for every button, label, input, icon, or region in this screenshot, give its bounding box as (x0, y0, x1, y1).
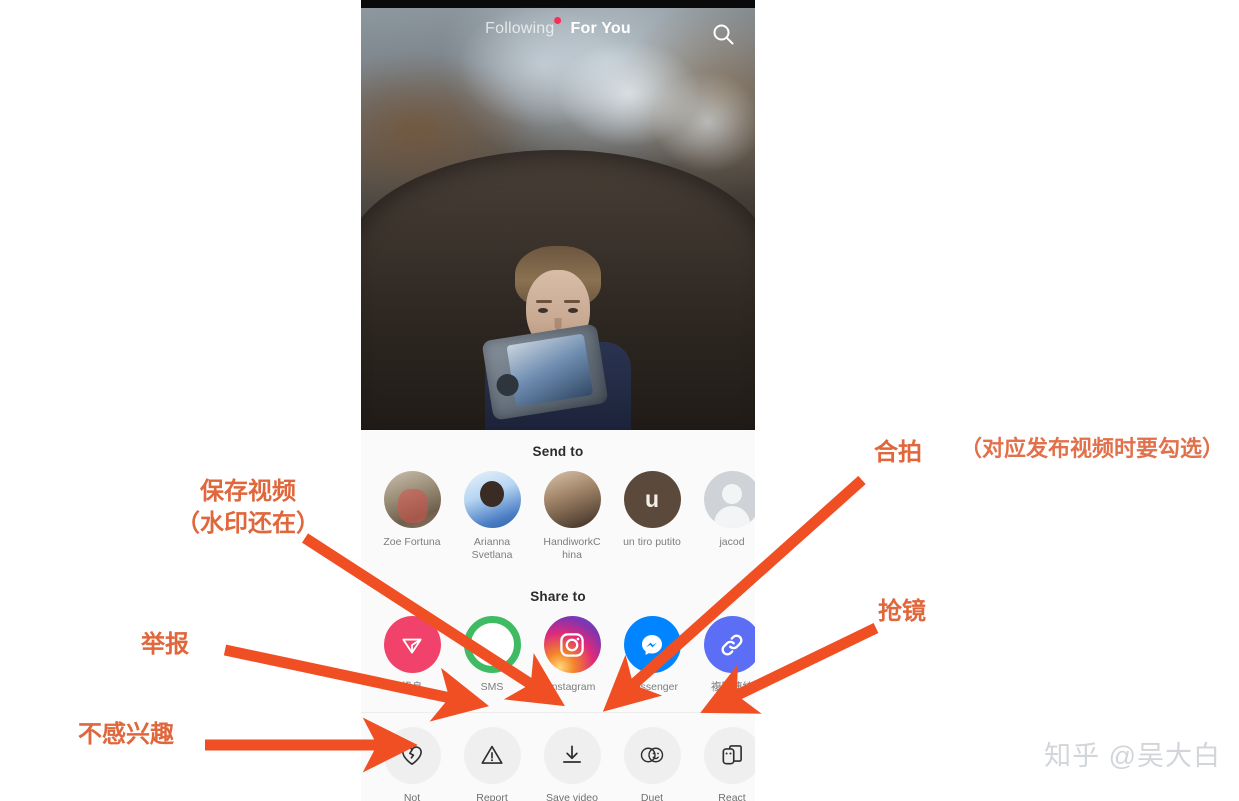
annotation-not-interested: 不感兴趣 (78, 721, 174, 748)
eye-right (568, 308, 578, 313)
share-app-label: Instagram (548, 681, 596, 693)
contact-name: jacod (719, 536, 745, 548)
annotation-duet-note: （对应发布视频时要勾选） (960, 436, 1225, 461)
share-to-row: 訊息 SMS Instagram Messenger 複製連結 (361, 604, 755, 694)
search-icon[interactable] (711, 22, 735, 46)
broken-heart-icon (383, 726, 441, 784)
contact-name: Arianna Svetlana (471, 536, 513, 561)
share-app-item[interactable]: Messenger (623, 616, 681, 694)
annotation-duet: 合拍 (874, 439, 922, 466)
avatar (543, 471, 601, 528)
video-player[interactable]: Following For You (361, 0, 755, 430)
contact-item[interactable]: Zoe Fortuna (383, 471, 441, 561)
action-label: Duet (640, 791, 664, 801)
contact-item[interactable]: jacod (703, 471, 755, 561)
person-placeholder-body (714, 506, 750, 528)
tab-following[interactable]: Following (485, 17, 562, 38)
sms-ring-icon (463, 616, 521, 673)
action-label: Save video (546, 791, 598, 801)
react-frame-icon (703, 726, 755, 784)
contact-item[interactable]: u un tiro putito (623, 471, 681, 561)
instagram-icon (543, 616, 601, 673)
action-label: React (718, 791, 746, 801)
action-duet[interactable]: Duet (623, 726, 681, 801)
avatar (463, 471, 521, 528)
action-row: Not interested Report (361, 713, 755, 801)
avatar (383, 471, 441, 528)
share-app-item[interactable]: Instagram (543, 616, 601, 694)
action-report[interactable]: Report (463, 726, 521, 801)
warning-triangle-icon (463, 726, 521, 784)
share-app-item[interactable]: 訊息 (383, 616, 441, 694)
feed-tabs: Following For You (485, 17, 631, 38)
screenshot-root: Following For You Send to Zoe Fortuna Ar… (0, 0, 1239, 801)
share-app-label: SMS (480, 681, 504, 693)
share-sheet: Send to Zoe Fortuna Arianna Svetlana Han… (361, 430, 755, 801)
annotation-save-video: 保存视频 （水印还在） (176, 478, 320, 537)
eyebrow-left (536, 300, 552, 303)
send-to-row: Zoe Fortuna Arianna Svetlana HandiworkCh… (361, 459, 755, 561)
share-app-item[interactable]: SMS (463, 616, 521, 694)
share-to-title: Share to (530, 589, 586, 604)
avatar: u (623, 471, 681, 528)
video-top-bar (361, 0, 755, 8)
contact-name: un tiro putito (623, 536, 681, 548)
contact-name: HandiworkChina (543, 536, 601, 561)
action-react[interactable]: React (703, 726, 755, 801)
contact-name: Zoe Fortuna (383, 536, 441, 548)
device-screen (506, 333, 594, 407)
eye-left (538, 308, 548, 313)
phone-screen: Following For You Send to Zoe Fortuna Ar… (361, 0, 755, 801)
action-not-interested[interactable]: Not interested (383, 726, 441, 801)
download-icon (543, 726, 601, 784)
share-app-label: Messenger (626, 681, 678, 693)
share-app-label: 複製連結 (711, 681, 753, 693)
action-label: Report (476, 791, 508, 801)
tab-for-you-label: For You (570, 20, 631, 37)
annotation-react: 抢镜 (878, 598, 926, 625)
annotation-report: 举报 (141, 631, 189, 658)
contact-item[interactable]: HandiworkChina (543, 471, 601, 561)
send-to-title: Send to (532, 444, 584, 459)
action-label: Not interested (403, 791, 421, 801)
tab-for-you[interactable]: For You (571, 20, 631, 38)
person-placeholder-icon (722, 484, 742, 504)
zhihu-watermark: 知乎 @吴大白 (1044, 741, 1221, 771)
share-app-item[interactable]: 複製連結 (703, 616, 755, 694)
person-in-video (481, 246, 633, 430)
messenger-icon (623, 616, 681, 673)
share-app-label: 訊息 (401, 681, 423, 693)
action-save-video[interactable]: Save video (543, 726, 601, 801)
following-badge-dot (554, 17, 562, 24)
paper-plane-icon (383, 616, 441, 673)
top-navigation: Following For You (361, 14, 755, 58)
duet-circles-icon (623, 726, 681, 784)
avatar (703, 471, 755, 528)
contact-item[interactable]: Arianna Svetlana (463, 471, 521, 561)
tab-following-label: Following (485, 20, 555, 37)
avatar-initial: u (644, 486, 660, 512)
copy-link-icon (703, 616, 755, 673)
eyebrow-right (564, 300, 580, 303)
